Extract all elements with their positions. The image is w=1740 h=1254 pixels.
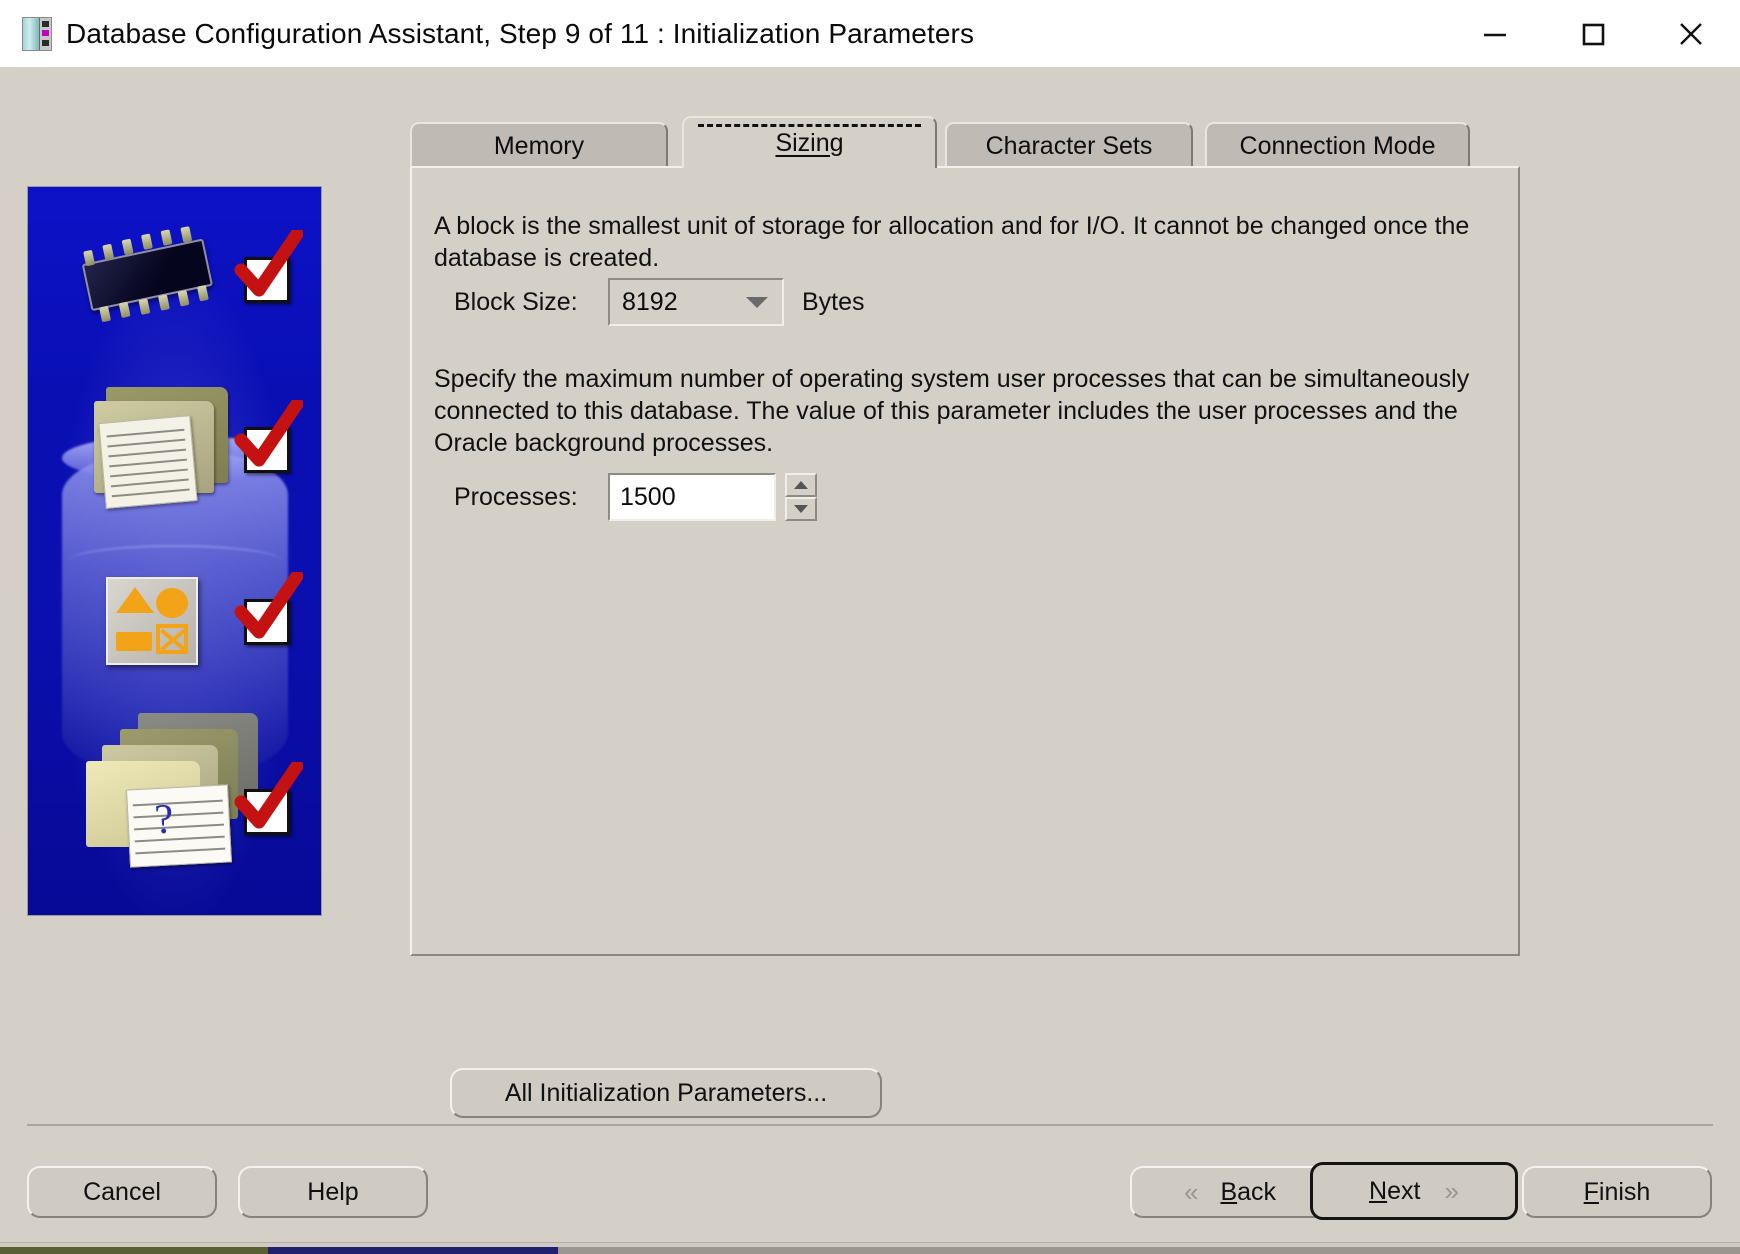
close-icon[interactable] <box>1642 0 1740 68</box>
tab-sizing[interactable]: Sizing <box>682 116 937 168</box>
chevron-left-icon: « <box>1183 1176 1199 1207</box>
chevron-down-icon <box>746 296 768 308</box>
caret-down-icon <box>794 505 808 513</box>
processes-spinner[interactable] <box>785 473 817 521</box>
all-initialization-parameters-button[interactable]: All Initialization Parameters... <box>450 1068 882 1118</box>
check-icon <box>234 572 303 639</box>
tab-sizing-label: Sizing <box>775 128 844 157</box>
tab-connection-mode[interactable]: Connection Mode <box>1205 122 1470 168</box>
shapes-icon <box>106 577 198 665</box>
wizard-banner-image: ? <box>27 186 322 916</box>
chevron-right-icon: » <box>1444 1175 1459 1206</box>
taskbar-strip <box>0 1242 1740 1254</box>
help-label: Help <box>307 1177 359 1206</box>
window-title: Database Configuration Assistant, Step 9… <box>66 17 975 49</box>
spinner-up-button[interactable] <box>785 473 817 497</box>
check-icon <box>234 762 303 829</box>
tab-memory[interactable]: Memory <box>410 122 668 168</box>
title-bar: Database Configuration Assistant, Step 9… <box>0 0 1740 68</box>
check-icon <box>234 400 303 467</box>
back-button[interactable]: « Back <box>1130 1166 1330 1218</box>
main-content: ? Memory Sizing Character Sets Connectio… <box>0 68 1740 1254</box>
cancel-label: Cancel <box>83 1177 161 1206</box>
footer-divider <box>27 1124 1713 1126</box>
tab-memory-label: Memory <box>493 131 585 160</box>
checkmark-box <box>234 230 303 303</box>
checkmark-box <box>234 572 303 645</box>
processes-input[interactable]: 1500 <box>608 473 776 521</box>
tab-character-sets-label: Character Sets <box>985 131 1153 160</box>
back-label: Back <box>1220 1177 1277 1206</box>
all-initialization-parameters-label: All Initialization Parameters... <box>504 1078 828 1107</box>
spinner-down-button[interactable] <box>785 497 817 521</box>
processes-stepper[interactable]: 1500 <box>608 473 817 521</box>
block-size-description: A block is the smallest unit of storage … <box>434 212 1470 272</box>
question-documents-icon: ? <box>76 699 258 868</box>
checkmark-box <box>234 762 303 835</box>
tab-strip: Memory Sizing Character Sets Connection … <box>410 116 1520 168</box>
block-size-label: Block Size: <box>454 288 578 316</box>
processes-description: Specify the maximum number of operating … <box>434 365 1470 457</box>
tab-connection-mode-label: Connection Mode <box>1239 131 1436 160</box>
tab-character-sets[interactable]: Character Sets <box>945 122 1193 168</box>
next-label: Next <box>1369 1176 1421 1205</box>
maximize-icon[interactable] <box>1544 0 1642 68</box>
memory-chip-icon <box>65 220 230 335</box>
sizing-panel: A block is the smallest unit of storage … <box>410 166 1520 956</box>
block-size-dropdown[interactable]: 8192 <box>608 278 784 326</box>
check-icon <box>234 230 303 297</box>
block-size-unit-label: Bytes <box>802 288 865 316</box>
block-size-value: 8192 <box>622 287 678 316</box>
checkmark-box <box>234 400 303 473</box>
finish-label: Finish <box>1583 1177 1651 1206</box>
cancel-button[interactable]: Cancel <box>27 1166 217 1218</box>
help-button[interactable]: Help <box>238 1166 428 1218</box>
next-button[interactable]: Next » <box>1310 1162 1518 1220</box>
folder-documents-icon <box>84 383 244 513</box>
processes-label: Processes: <box>454 483 578 511</box>
window-controls <box>1446 0 1740 68</box>
finish-button[interactable]: Finish <box>1522 1166 1712 1218</box>
minimize-icon[interactable] <box>1446 0 1544 68</box>
tab-focus-indicator <box>698 124 921 127</box>
database-icon <box>22 16 52 51</box>
caret-up-icon <box>794 481 808 489</box>
processes-value: 1500 <box>620 482 676 511</box>
